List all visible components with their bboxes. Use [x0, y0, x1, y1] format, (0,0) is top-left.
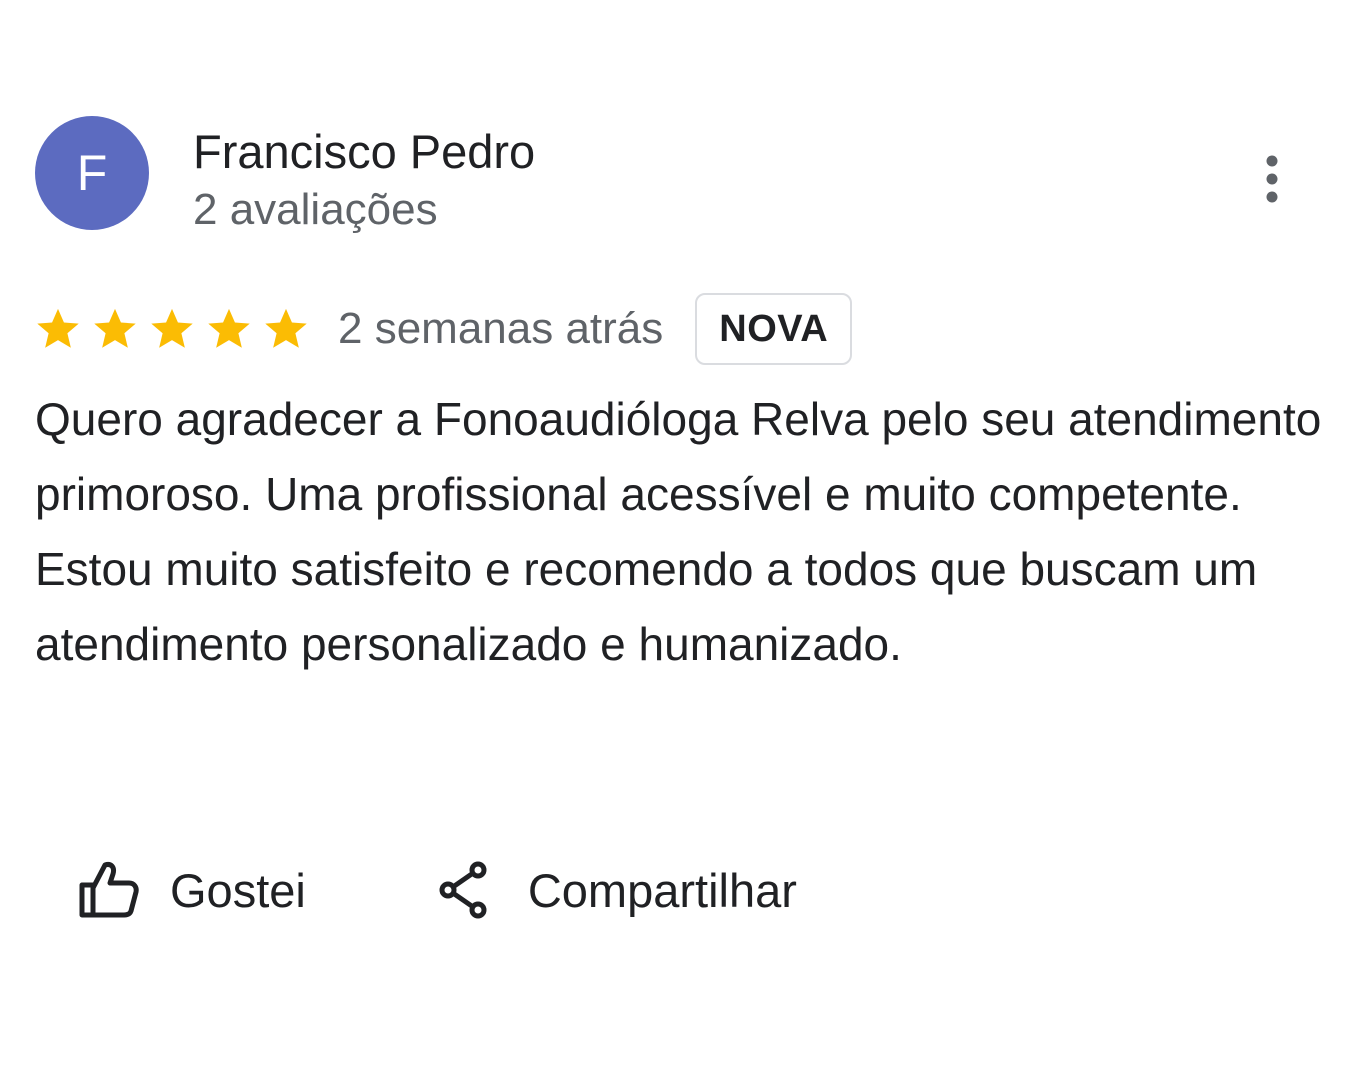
- star-icon: [151, 308, 193, 348]
- star-rating: [35, 306, 320, 352]
- rating-row: 2 semanas atrás NOVA: [35, 292, 853, 366]
- like-label: Gostei: [170, 863, 306, 917]
- avatar[interactable]: F: [35, 116, 149, 230]
- reviewer-name[interactable]: Francisco Pedro: [193, 124, 535, 180]
- star-icon: [94, 308, 136, 348]
- share-label: Compartilhar: [527, 863, 797, 917]
- star-icon: [208, 308, 250, 348]
- more-options-button[interactable]: [1242, 148, 1302, 212]
- star-icon: [265, 308, 307, 348]
- share-icon: [439, 861, 487, 919]
- avatar-initial: F: [76, 145, 108, 201]
- review-date: 2 semanas atrás: [338, 304, 664, 353]
- new-badge: NOVA: [695, 293, 853, 365]
- like-button[interactable]: Gostei: [78, 861, 306, 919]
- more-vert-icon: [1266, 155, 1278, 203]
- review-card: F Francisco Pedro 2 avaliações 2 semanas…: [0, 0, 1350, 1080]
- reviewer-review-count: 2 avaliações: [193, 185, 438, 234]
- star-icon: [37, 308, 79, 348]
- thumbs-up-icon: [79, 862, 139, 918]
- review-text: Quero agradecer a Fonoaudióloga Relva pe…: [35, 393, 1322, 670]
- share-button[interactable]: Compartilhar: [436, 861, 797, 919]
- review-actions: Gostei Compartilhar: [78, 850, 797, 930]
